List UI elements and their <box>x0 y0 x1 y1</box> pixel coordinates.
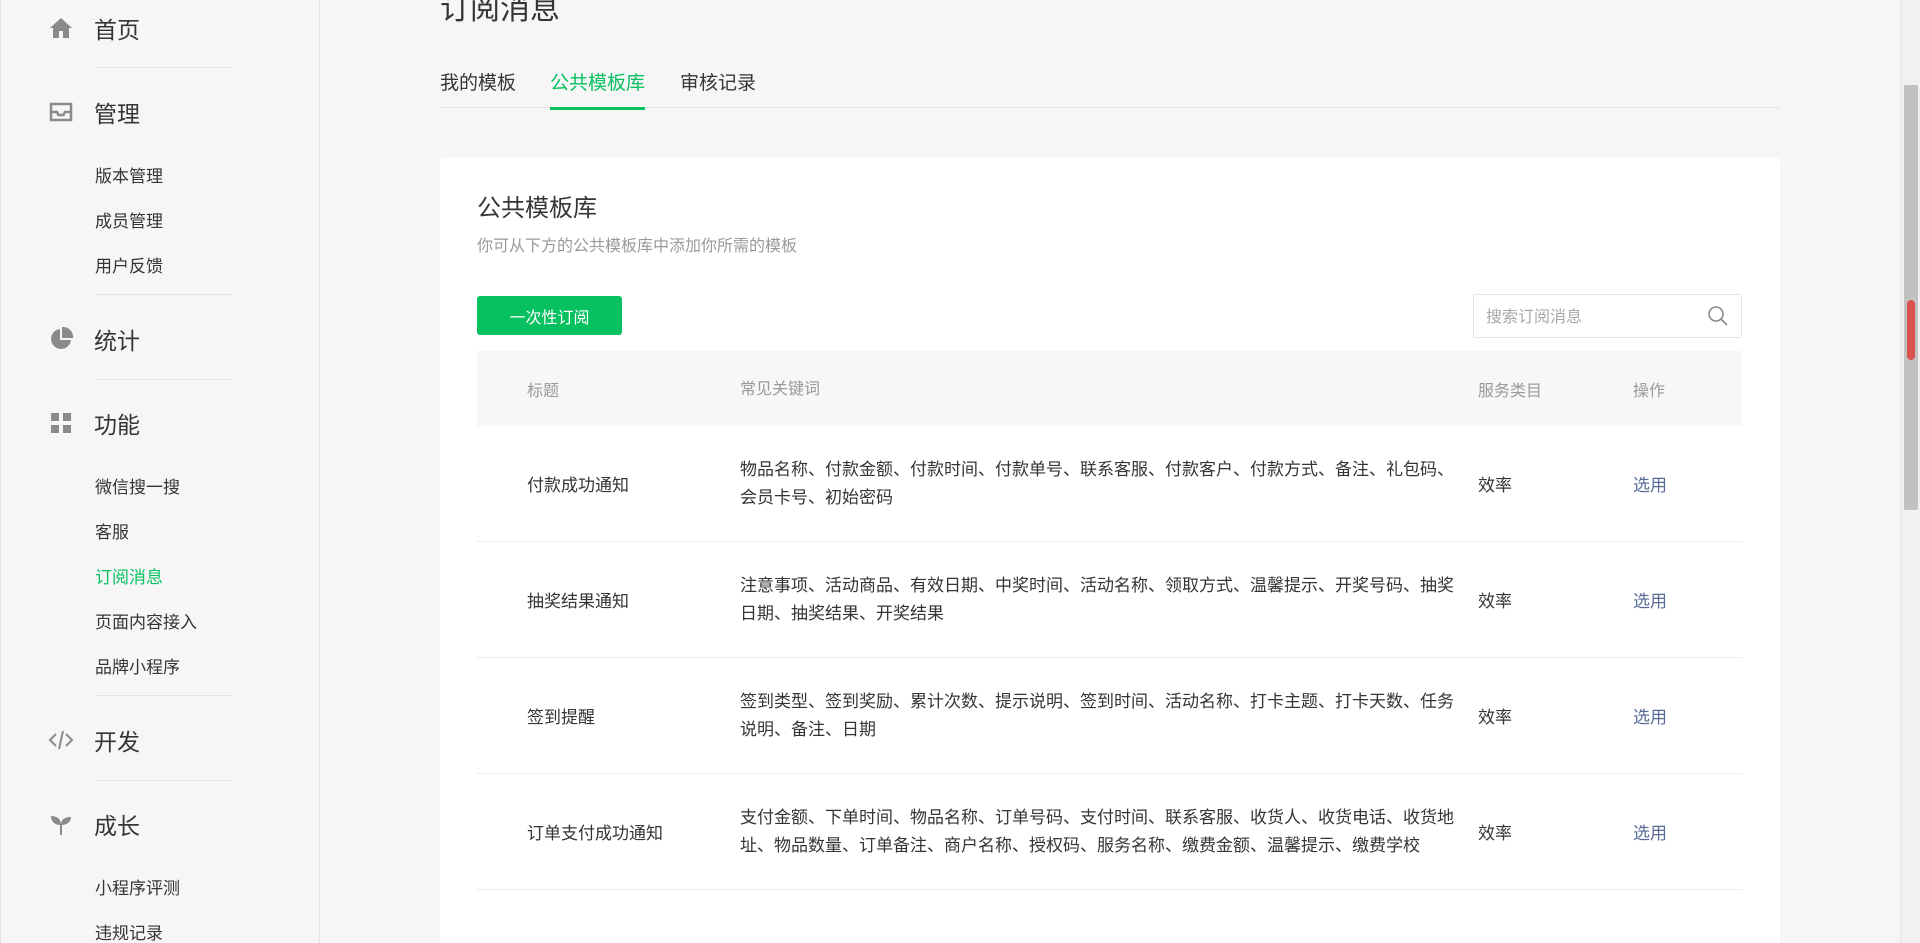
search-input[interactable] <box>1486 306 1707 326</box>
card-title: 公共模板库 <box>477 194 597 222</box>
table-row: 付款成功通知 物品名称、付款金额、付款时间、付款单号、联系客服、付款客户、付款方… <box>477 426 1742 542</box>
search-box <box>1473 294 1742 338</box>
pie-chart-icon <box>48 326 74 352</box>
row-service: 效率 <box>1478 592 1512 612</box>
tab-review-records[interactable]: 审核记录 <box>680 68 756 107</box>
sidebar-item-evaluation[interactable]: 小程序评测 <box>95 874 180 899</box>
table-row: 订单支付成功通知 支付金额、下单时间、物品名称、订单号码、支付时间、联系客服、收… <box>477 774 1742 890</box>
scroll-marker <box>1907 300 1915 360</box>
row-title: 抽奖结果通知 <box>527 592 629 612</box>
page-title: 订阅消息 <box>440 0 560 27</box>
nav-divider <box>95 294 232 295</box>
row-keywords: 支付金额、下单时间、物品名称、订单号码、支付时间、联系客服、收货人、收货电话、收… <box>740 807 1454 856</box>
select-link[interactable]: 选用 <box>1633 471 1742 496</box>
row-service: 效率 <box>1478 708 1512 728</box>
tab-bar: 我的模板 公共模板库 审核记录 <box>440 62 1780 110</box>
row-keywords: 注意事项、活动商品、有效日期、中奖时间、活动名称、领取方式、温馨提示、开奖号码、… <box>740 575 1454 624</box>
tab-public-templates[interactable]: 公共模板库 <box>550 68 646 110</box>
table-row: 签到提醒 签到类型、签到奖励、累计次数、提示说明、签到时间、活动名称、打卡主题、… <box>477 658 1742 774</box>
nav-statistics-label: 统计 <box>94 329 140 355</box>
nav-features-label: 功能 <box>94 413 140 439</box>
header-keywords: 常见关键词 <box>740 378 821 398</box>
sidebar-item-feedback[interactable]: 用户反馈 <box>95 252 163 277</box>
row-keywords: 签到类型、签到奖励、累计次数、提示说明、签到时间、活动名称、打卡主题、打卡天数、… <box>740 691 1454 740</box>
nav-management-label: 管理 <box>94 102 140 128</box>
nav-development-label: 开发 <box>94 730 140 756</box>
nav-home[interactable]: 首页 <box>48 8 140 48</box>
tab-my-templates[interactable]: 我的模板 <box>440 68 516 107</box>
sidebar-item-subscribe-message[interactable]: 订阅消息 <box>95 563 163 588</box>
sidebar-item-version[interactable]: 版本管理 <box>95 162 163 187</box>
vertical-scrollbar[interactable] <box>1900 0 1920 943</box>
nav-divider <box>95 379 232 380</box>
card-description: 你可从下方的公共模板库中添加你所需的模板 <box>477 236 798 255</box>
nav-statistics[interactable]: 统计 <box>48 319 140 359</box>
nav-management[interactable]: 管理 <box>48 92 140 132</box>
header-service: 服务类目 <box>1478 380 1543 400</box>
nav-divider <box>95 695 232 696</box>
select-link[interactable]: 选用 <box>1633 819 1742 844</box>
sprout-icon <box>48 811 74 837</box>
sidebar-item-page-content[interactable]: 页面内容接入 <box>95 608 197 633</box>
nav-features[interactable]: 功能 <box>48 403 140 443</box>
row-title: 签到提醒 <box>527 708 595 728</box>
sidebar-item-violations[interactable]: 违规记录 <box>95 919 163 943</box>
sidebar: 首页 管理 版本管理 成员管理 用户反馈 统计 功能 微信搜一搜 客服 订阅消息… <box>0 0 320 943</box>
scrollbar-thumb[interactable] <box>1904 85 1918 510</box>
window-edge <box>0 0 1 943</box>
code-icon <box>48 727 74 753</box>
sidebar-item-members[interactable]: 成员管理 <box>95 207 163 232</box>
nav-divider <box>95 780 232 781</box>
row-title: 订单支付成功通知 <box>527 824 663 844</box>
nav-growth[interactable]: 成长 <box>48 804 140 844</box>
row-service: 效率 <box>1478 476 1512 496</box>
inbox-icon <box>48 99 74 125</box>
nav-home-label: 首页 <box>94 18 140 44</box>
select-link[interactable]: 选用 <box>1633 587 1742 612</box>
template-library-card: 公共模板库 你可从下方的公共模板库中添加你所需的模板 一次性订阅 标题 常见关键… <box>440 158 1780 943</box>
nav-development[interactable]: 开发 <box>48 720 140 760</box>
sidebar-item-brand-miniprogram[interactable]: 品牌小程序 <box>95 653 180 678</box>
header-action: 操作 <box>1633 380 1666 400</box>
table-header: 标题 常见关键词 服务类目 操作 <box>477 351 1742 426</box>
template-table: 标题 常见关键词 服务类目 操作 付款成功通知 物品名称、付款金额、付款时间、付… <box>477 351 1742 890</box>
header-title: 标题 <box>527 380 560 400</box>
row-title: 付款成功通知 <box>527 476 629 496</box>
home-icon <box>48 15 74 41</box>
row-keywords: 物品名称、付款金额、付款时间、付款单号、联系客服、付款客户、付款方式、备注、礼包… <box>740 459 1454 508</box>
nav-divider <box>95 67 232 68</box>
sidebar-item-wechat-search[interactable]: 微信搜一搜 <box>95 473 180 498</box>
row-service: 效率 <box>1478 824 1512 844</box>
search-icon[interactable] <box>1707 305 1729 327</box>
one-time-subscribe-button[interactable]: 一次性订阅 <box>477 296 622 335</box>
sidebar-item-customer-service[interactable]: 客服 <box>95 518 129 543</box>
nav-growth-label: 成长 <box>94 814 140 840</box>
select-link[interactable]: 选用 <box>1633 703 1742 728</box>
grid-icon <box>48 410 74 436</box>
table-row: 抽奖结果通知 注意事项、活动商品、有效日期、中奖时间、活动名称、领取方式、温馨提… <box>477 542 1742 658</box>
